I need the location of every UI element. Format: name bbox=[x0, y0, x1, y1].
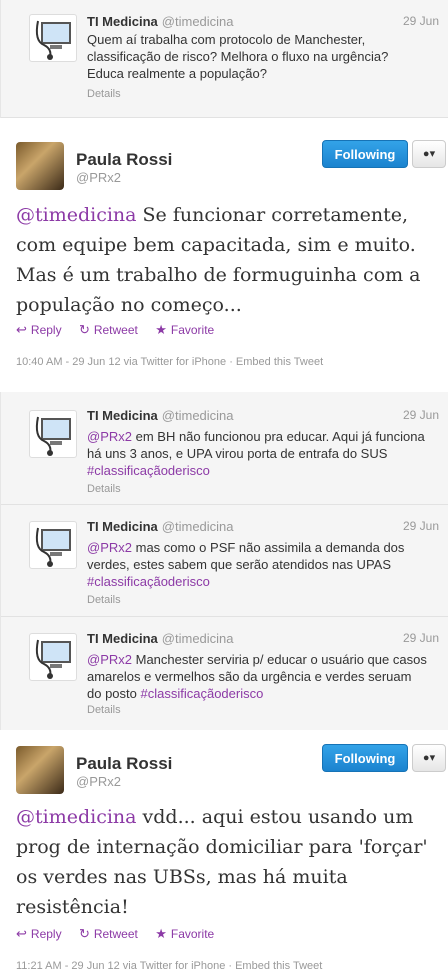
avatar[interactable] bbox=[16, 142, 64, 190]
reply-icon: ↩ bbox=[16, 322, 27, 337]
star-icon: ★ bbox=[155, 322, 167, 337]
author-display-name[interactable]: TI Medicina bbox=[87, 631, 158, 646]
tweet-text: @PRx2 Manchester serviria p/ educar o us… bbox=[87, 651, 427, 702]
avatar[interactable] bbox=[29, 633, 77, 681]
details-link[interactable]: Details bbox=[87, 88, 121, 100]
tweet-meta[interactable]: 11:21 AM - 29 Jun 12 via Twitter for iPh… bbox=[16, 960, 322, 972]
favorite-button[interactable]: ★ Favorite bbox=[155, 322, 215, 337]
retweet-icon: ↻ bbox=[78, 926, 90, 941]
reply-tweet: TI Medicina @timedicina 29 Jun @PRx2 mas … bbox=[1, 505, 448, 617]
author-name[interactable]: TI Medicina @timedicina bbox=[87, 408, 234, 423]
tweet-text: @timedicina vdd... aqui estou usando um … bbox=[16, 802, 436, 922]
author-name[interactable]: TI Medicina @timedicina bbox=[87, 519, 234, 534]
hashtag-link[interactable]: #classificaçãoderisco bbox=[141, 686, 264, 701]
replies-list: TI Medicina @timedicina 29 Jun @PRx2 em B… bbox=[0, 392, 448, 730]
avatar[interactable] bbox=[16, 746, 64, 794]
star-icon: ★ bbox=[155, 926, 167, 941]
user-icon: ● bbox=[422, 148, 430, 160]
reply-button[interactable]: ↩ Reply bbox=[16, 926, 62, 941]
author-display-name[interactable]: TI Medicina bbox=[87, 519, 158, 534]
main-tweet-2: Paula Rossi @PRx2 Following ●▾ @timedici… bbox=[0, 730, 448, 972]
mention-link[interactable]: @PRx2 bbox=[87, 540, 132, 555]
favorite-button[interactable]: ★ Favorite bbox=[155, 926, 215, 941]
reply-label: Reply bbox=[30, 927, 62, 941]
tweet-text: Quem aí trabalha com protocolo de Manche… bbox=[87, 32, 389, 81]
stethoscope-computer-icon bbox=[35, 20, 71, 60]
dropdown-caret: ▾ bbox=[429, 148, 436, 160]
retweet-icon: ↻ bbox=[78, 322, 90, 337]
avatar[interactable] bbox=[29, 521, 77, 569]
tweet-actions: ↩ Reply ↻ Retweet ★ Favorite bbox=[16, 322, 228, 338]
stethoscope-computer-icon bbox=[35, 639, 71, 679]
author-handle[interactable]: @timedicina bbox=[162, 408, 234, 423]
main-tweet-1: Paula Rossi @PRx2 Following ●▾ @timedici… bbox=[0, 118, 448, 380]
favorite-label: Favorite bbox=[170, 323, 215, 337]
mention-link[interactable]: @PRx2 bbox=[87, 652, 132, 667]
reply-button[interactable]: ↩ Reply bbox=[16, 322, 62, 337]
user-actions-button[interactable]: ●▾ bbox=[412, 744, 446, 772]
author-handle[interactable]: @PRx2 bbox=[76, 774, 121, 789]
tweet-body: em BH não funcionou pra educar. Aqui já … bbox=[87, 429, 425, 461]
tweet-date[interactable]: 29 Jun bbox=[403, 408, 439, 422]
hashtag-link[interactable]: #classificaçãoderisco bbox=[87, 574, 210, 589]
details-link[interactable]: Details bbox=[87, 594, 121, 606]
stethoscope-computer-icon bbox=[35, 416, 71, 456]
tweet-date[interactable]: 29 Jun bbox=[403, 14, 439, 28]
favorite-label: Favorite bbox=[170, 927, 215, 941]
retweet-label: Retweet bbox=[93, 927, 138, 941]
dropdown-caret: ▾ bbox=[429, 752, 436, 764]
tweet-body: mas como o PSF não assimila a demanda do… bbox=[87, 540, 405, 572]
context-tweet: TI Medicina @timedicina 29 Jun Quem aí tr… bbox=[1, 0, 448, 118]
author-name[interactable]: Paula Rossi bbox=[76, 150, 172, 170]
hashtag-link[interactable]: #classificaçãoderisco bbox=[87, 463, 210, 478]
author-display-name[interactable]: TI Medicina bbox=[87, 408, 158, 423]
context-top: TI Medicina @timedicina 29 Jun Quem aí tr… bbox=[0, 0, 448, 118]
author-handle[interactable]: @timedicina bbox=[162, 14, 234, 29]
retweet-label: Retweet bbox=[93, 323, 138, 337]
tweet-date[interactable]: 29 Jun bbox=[403, 519, 439, 533]
following-button[interactable]: Following bbox=[322, 744, 408, 772]
mention-link[interactable]: @timedicina bbox=[16, 806, 137, 828]
author-handle[interactable]: @PRx2 bbox=[76, 170, 121, 185]
reply-label: Reply bbox=[30, 323, 62, 337]
author-name[interactable]: Paula Rossi bbox=[76, 754, 172, 774]
tweet-actions: ↩ Reply ↻ Retweet ★ Favorite bbox=[16, 926, 228, 942]
tweet-date[interactable]: 29 Jun bbox=[403, 631, 439, 645]
following-button[interactable]: Following bbox=[322, 140, 408, 168]
author-name[interactable]: TI Medicina @timedicina bbox=[87, 14, 234, 29]
tweet-text: @PRx2 em BH não funcionou pra educar. Aq… bbox=[87, 428, 427, 479]
user-icon: ● bbox=[422, 752, 430, 764]
tweet-meta[interactable]: 10:40 AM - 29 Jun 12 via Twitter for iPh… bbox=[16, 356, 323, 368]
reply-tweet: TI Medicina @timedicina 29 Jun @PRx2 em B… bbox=[1, 392, 448, 505]
reply-tweet: TI Medicina @timedicina 29 Jun @PRx2 Manc… bbox=[1, 617, 448, 729]
author-handle[interactable]: @timedicina bbox=[162, 631, 234, 646]
user-actions-button[interactable]: ●▾ bbox=[412, 140, 446, 168]
tweet-text: @timedicina Se funcionar corretamente, c… bbox=[16, 200, 436, 320]
mention-link[interactable]: @timedicina bbox=[16, 204, 137, 226]
retweet-button[interactable]: ↻ Retweet bbox=[78, 926, 138, 941]
reply-icon: ↩ bbox=[16, 926, 27, 941]
avatar[interactable] bbox=[29, 14, 77, 62]
mention-link[interactable]: @PRx2 bbox=[87, 429, 132, 444]
details-link[interactable]: Details bbox=[87, 483, 121, 495]
author-name[interactable]: TI Medicina @timedicina bbox=[87, 631, 234, 646]
details-link[interactable]: Details bbox=[87, 704, 121, 716]
retweet-button[interactable]: ↻ Retweet bbox=[78, 322, 138, 337]
tweet-text: @PRx2 mas como o PSF não assimila a dema… bbox=[87, 539, 427, 590]
author-display-name[interactable]: TI Medicina bbox=[87, 14, 158, 29]
author-handle[interactable]: @timedicina bbox=[162, 519, 234, 534]
avatar[interactable] bbox=[29, 410, 77, 458]
stethoscope-computer-icon bbox=[35, 527, 71, 567]
